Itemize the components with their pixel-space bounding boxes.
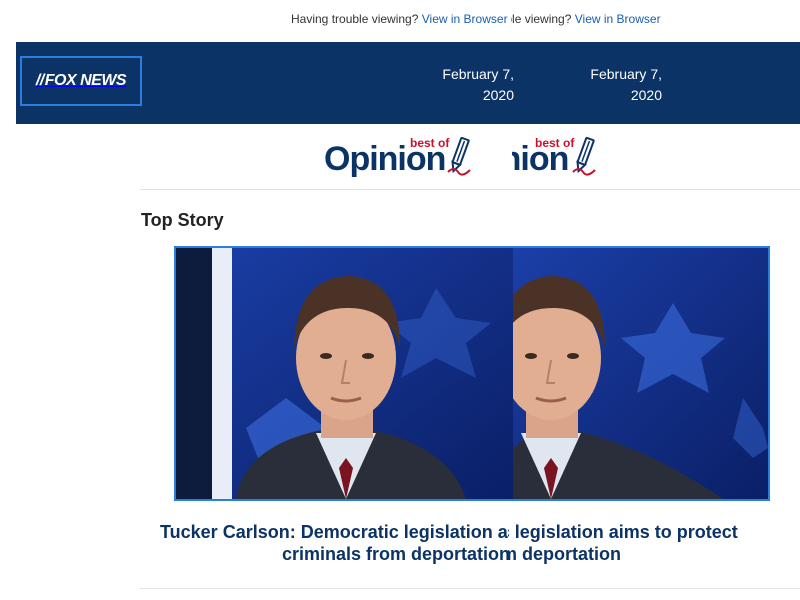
top-story-headline: Tucker Carlson: Democratic legislation a…: [0, 521, 800, 567]
headline-line-1: Tucker Carlson: Democratic legislation a…: [508, 522, 738, 542]
date-month-day: February 7,: [442, 66, 514, 82]
header-bar: //FOX NEWS February 7, 2020 February 7, …: [16, 42, 800, 124]
headline-link[interactable]: Tucker Carlson: Democratic legislation a…: [140, 521, 508, 567]
section-heading: Top Story: [141, 210, 224, 230]
best-of-label: best of: [410, 136, 450, 150]
trouble-text: Having trouble viewing?: [511, 12, 572, 26]
view-in-browser-link[interactable]: View in Browser: [422, 12, 508, 26]
fox-news-logo-text: //FOX NEWS: [35, 72, 127, 89]
best-of-opinion-banner: Opinion best of Opinion best of: [0, 134, 800, 186]
divider: [140, 588, 800, 589]
portrait-illustration: [176, 248, 513, 499]
best-of-label: best of: [535, 136, 575, 150]
headline-line-2: criminals from deportation: [508, 544, 622, 564]
trouble-text: Having trouble viewing?: [291, 12, 419, 26]
opinion-logo: Opinion best of: [322, 134, 512, 186]
portrait-illustration: [513, 248, 768, 499]
trouble-segment-left: Having trouble viewing? View in Browser: [291, 12, 511, 26]
date-year: 2020: [482, 87, 514, 103]
fox-news-logo[interactable]: //FOX NEWS: [20, 56, 142, 106]
pencil-icon: [447, 136, 471, 176]
headline-line-1: Tucker Carlson: Democratic legislation a…: [160, 522, 508, 542]
hero-image-right: [513, 248, 768, 499]
headline-link-duplicate[interactable]: Tucker Carlson: Democratic legislation a…: [508, 521, 800, 567]
date-label: February 7, 2020: [442, 64, 514, 106]
opinion-logo-duplicate: Opinion best of: [512, 134, 632, 186]
view-in-browser-bar: Having trouble viewing? View in Browser …: [0, 12, 800, 30]
divider: [140, 189, 800, 190]
date-year: 2020: [630, 87, 662, 103]
headline-line-2: criminals from deportation: [282, 544, 508, 564]
date-month-day: February 7,: [590, 66, 662, 82]
date-label-duplicate: February 7, 2020: [590, 64, 662, 106]
view-in-browser-link[interactable]: View in Browser: [575, 12, 661, 26]
pencil-icon: [572, 136, 596, 176]
hero-image-left: [176, 248, 513, 499]
trouble-segment-right: Having trouble viewing? View in Browser: [511, 12, 671, 26]
top-story-image[interactable]: [174, 246, 770, 501]
